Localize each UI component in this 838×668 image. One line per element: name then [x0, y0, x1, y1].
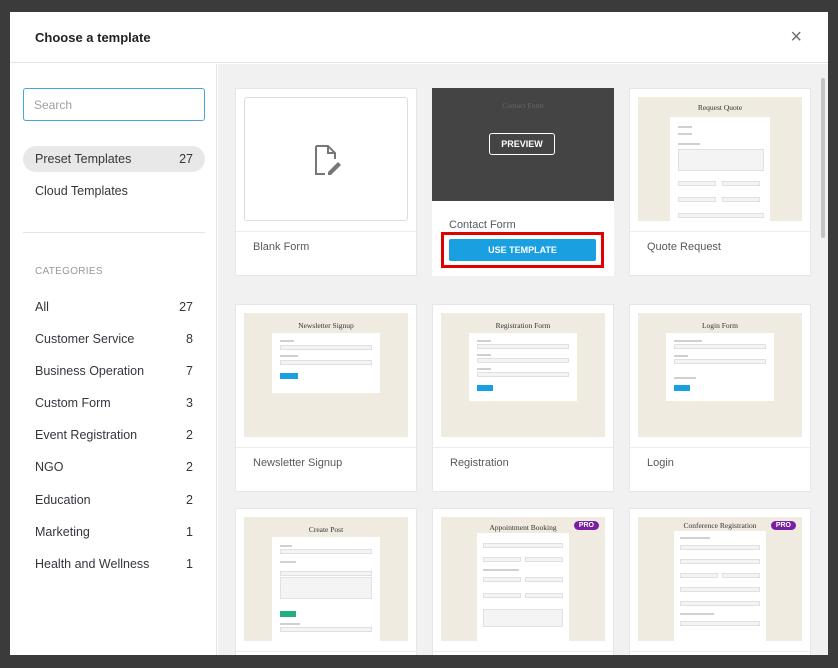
card-divider	[236, 447, 416, 448]
category-item-custom-form[interactable]: Custom Form 3	[23, 390, 205, 416]
category-count: 2	[186, 428, 193, 442]
pro-badge: PRO	[770, 521, 796, 530]
pro-badge: PRO	[573, 521, 599, 530]
category-item-ngo[interactable]: NGO 2	[23, 454, 205, 480]
mini-form	[670, 117, 770, 221]
use-template-button[interactable]: USE TEMPLATE	[449, 239, 596, 261]
template-card-appointment-booking[interactable]: Appointment Booking PRO	[432, 508, 614, 655]
template-thumbnail: Newsletter Signup	[244, 313, 408, 437]
category-count: 8	[186, 332, 193, 346]
template-label: Newsletter Signup	[253, 457, 343, 469]
template-grid: Blank Form Contact Form PREVIEW Contact …	[218, 64, 828, 655]
file-edit-icon	[315, 145, 341, 175]
template-thumbnail: Create Post	[244, 517, 408, 641]
category-count: 1	[186, 557, 193, 571]
template-thumb-title: Registration Form	[495, 321, 551, 330]
mini-form	[272, 537, 380, 641]
mini-form	[674, 531, 766, 641]
category-item-event-registration[interactable]: Event Registration 2	[23, 422, 205, 448]
category-item-marketing[interactable]: Marketing 1	[23, 519, 205, 545]
category-count: 2	[186, 460, 193, 474]
template-thumbnail: Request Quote	[638, 97, 802, 221]
template-thumb-title: Contact Form	[502, 101, 544, 110]
sidebar-item-count: 27	[179, 152, 193, 166]
template-hover-overlay: Contact Form PREVIEW	[432, 88, 614, 201]
category-item-health-and-wellness[interactable]: Health and Wellness 1	[23, 551, 205, 577]
template-dialog: Choose a template × Preset Templates 27 …	[10, 12, 828, 655]
template-thumbnail: Appointment Booking PRO	[441, 517, 605, 641]
template-label: Blank Form	[253, 241, 310, 253]
template-card-newsletter-signup[interactable]: Newsletter Signup Newsletter Signup	[235, 304, 417, 492]
template-card-create-post[interactable]: Create Post	[235, 508, 417, 655]
template-thumbnail: Conference Registration PRO	[638, 517, 802, 641]
card-divider	[433, 651, 613, 652]
mini-form	[666, 333, 774, 401]
mini-form	[477, 533, 569, 641]
scrollbar[interactable]	[821, 78, 825, 238]
category-item-education[interactable]: Education 2	[23, 487, 205, 513]
sidebar-item-label: Preset Templates	[35, 152, 132, 166]
card-divider	[630, 231, 810, 232]
template-label: Quote Request	[647, 241, 721, 253]
template-label: Registration	[450, 457, 509, 469]
category-label: NGO	[35, 460, 64, 474]
template-thumb-title: Login Form	[701, 321, 739, 330]
category-count: 1	[186, 525, 193, 539]
category-count: 27	[179, 300, 193, 314]
category-label: Customer Service	[35, 332, 135, 346]
dialog-title: Choose a template	[35, 30, 151, 45]
template-thumb-title: Request Quote	[697, 103, 743, 112]
search-input[interactable]	[23, 88, 205, 121]
template-card-quote-request[interactable]: Request Quote Quote Request	[629, 88, 811, 276]
category-item-customer-service[interactable]: Customer Service 8	[23, 326, 205, 352]
category-label: Marketing	[35, 525, 90, 539]
category-label: Event Registration	[35, 428, 138, 442]
close-icon[interactable]: ×	[790, 27, 802, 47]
category-item-business-operation[interactable]: Business Operation 7	[23, 358, 205, 384]
category-count: 7	[186, 364, 193, 378]
card-divider	[630, 447, 810, 448]
sidebar-item-cloud-templates[interactable]: Cloud Templates	[23, 178, 205, 204]
sidebar-divider	[23, 232, 205, 233]
sidebar-item-preset-templates[interactable]: Preset Templates 27	[23, 146, 205, 172]
template-card-registration[interactable]: Registration Form Registration	[432, 304, 614, 492]
sidebar: Preset Templates 27 Cloud Templates CATE…	[10, 64, 217, 655]
template-card-conference-registration[interactable]: Conference Registration PRO	[629, 508, 811, 655]
mini-form	[469, 333, 577, 401]
template-card-contact-form[interactable]: Contact Form PREVIEW Contact Form USE TE…	[432, 88, 614, 276]
category-label: All	[35, 300, 49, 314]
template-thumb-title: Newsletter Signup	[298, 321, 354, 330]
category-item-all[interactable]: All 27	[23, 294, 205, 320]
category-label: Business Operation	[35, 364, 145, 378]
category-label: Custom Form	[35, 396, 111, 410]
category-count: 2	[186, 493, 193, 507]
template-thumbnail	[244, 97, 408, 221]
categories-heading: CATEGORIES	[35, 266, 103, 277]
template-card-login[interactable]: Login Form Login	[629, 304, 811, 492]
template-card-blank-form[interactable]: Blank Form	[235, 88, 417, 276]
category-count: 3	[186, 396, 193, 410]
card-divider	[236, 651, 416, 652]
template-thumb-title: Create Post	[308, 525, 344, 534]
category-label: Education	[35, 493, 91, 507]
card-divider	[630, 651, 810, 652]
template-thumbnail: Login Form	[638, 313, 802, 437]
template-label: Contact Form	[449, 219, 516, 231]
card-divider	[236, 231, 416, 232]
template-thumbnail: Registration Form	[441, 313, 605, 437]
sidebar-item-label: Cloud Templates	[35, 184, 128, 198]
preview-button[interactable]: PREVIEW	[489, 133, 555, 155]
template-label: Login	[647, 457, 674, 469]
mini-form	[272, 333, 380, 393]
dialog-header: Choose a template ×	[10, 12, 828, 63]
card-divider	[433, 447, 613, 448]
category-label: Health and Wellness	[35, 557, 150, 571]
